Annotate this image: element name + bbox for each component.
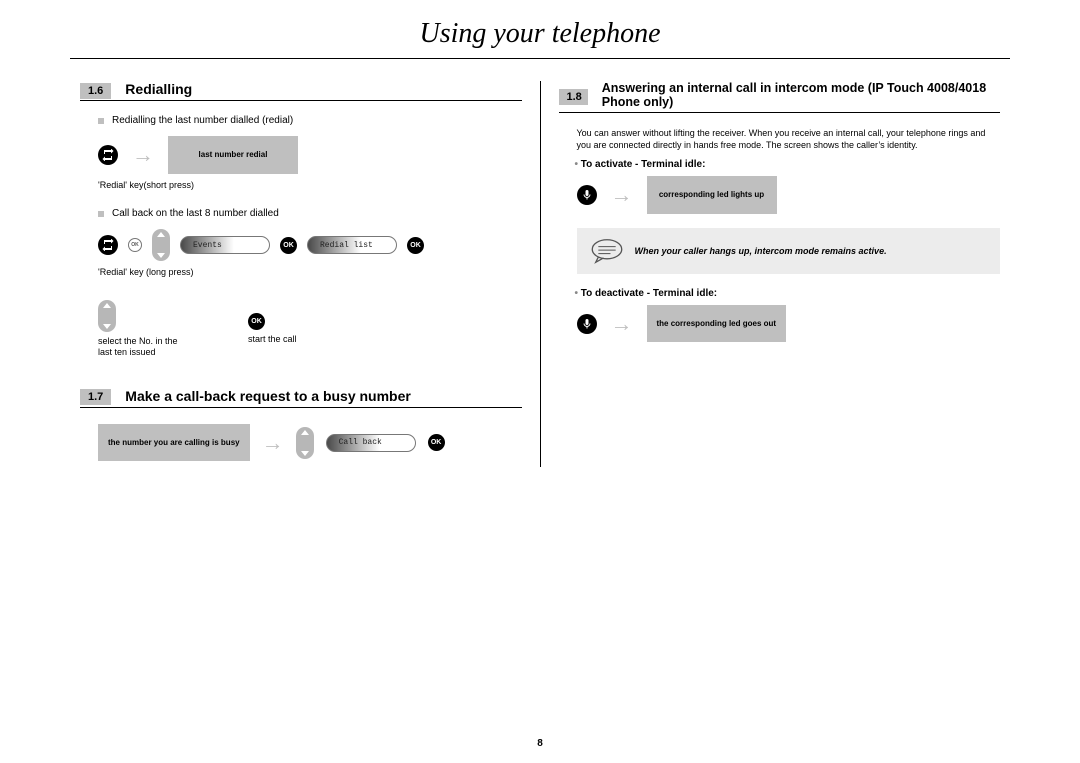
bullet-icon: [98, 211, 104, 217]
flow-deactivate: → the corresponding led goes out: [577, 305, 1001, 343]
section-header-18: 1.8 Answering an internal call in interc…: [559, 81, 1001, 113]
deactivate-label: To deactivate - Terminal idle:: [575, 288, 1001, 299]
mute-icon: [577, 314, 597, 334]
section-title-17: Make a call-back request to a busy numbe…: [125, 388, 411, 407]
bullet-icon: [98, 118, 104, 124]
section-title-16: Redialling: [125, 81, 192, 100]
ok-button: OK: [248, 313, 265, 330]
mute-icon: [577, 185, 597, 205]
page-number: 8: [537, 738, 543, 749]
arrow-icon: →: [132, 142, 154, 168]
right-column: 1.8 Answering an internal call in interc…: [549, 81, 1011, 467]
section-header-16: 1.6 Redialling: [80, 81, 522, 101]
section-header-17: 1.7 Make a call-back request to a busy n…: [80, 388, 522, 408]
updown-icon: [98, 300, 116, 332]
section-num-18: 1.8: [559, 89, 588, 105]
body-text-18: You can answer without lifting the recei…: [577, 127, 1001, 151]
updown-icon: [296, 427, 314, 459]
columns-wrap: 1.6 Redialling Redialling the last numbe…: [0, 59, 1080, 467]
ok-tiny-icon: OK: [128, 238, 142, 252]
busy-box: the number you are calling is busy: [98, 424, 250, 462]
select-item: select the No. in the last ten issued: [98, 300, 188, 358]
note-redial-last: Redialling the last number dialled (redi…: [98, 115, 522, 126]
updown-icon: [152, 229, 170, 261]
arrow-icon: →: [611, 182, 633, 208]
flow-redial-long: OK Events OK Redial list OK: [98, 229, 522, 261]
redial-long-caption: 'Redial' key (long press): [98, 267, 198, 278]
speech-icon: [589, 238, 625, 264]
tip-text: When your caller hangs up, intercom mode…: [635, 246, 887, 256]
flow-select-start: select the No. in the last ten issued OK…: [98, 300, 522, 358]
redial-icon: [98, 145, 118, 165]
tip-box: When your caller hangs up, intercom mode…: [577, 228, 1001, 274]
left-column: 1.6 Redialling Redialling the last numbe…: [70, 81, 532, 467]
flow-redial-short: → last number redial: [98, 136, 522, 174]
ok-button: OK: [407, 237, 424, 254]
page-title: Using your telephone: [0, 0, 1080, 58]
section-num-17: 1.7: [80, 389, 111, 405]
flow-activate: → corresponding led lights up: [577, 176, 1001, 214]
section-title-18: Answering an internal call in intercom m…: [602, 81, 1000, 112]
redial-list-pill: Redial list: [307, 236, 397, 254]
deactivate-box: the corresponding led goes out: [647, 305, 787, 343]
start-caption: start the call: [248, 334, 297, 345]
note-text: Redialling the last number dialled (redi…: [112, 115, 293, 126]
redial-key-long: [98, 235, 118, 255]
events-pill: Events: [180, 236, 270, 254]
arrow-icon: →: [262, 430, 284, 456]
arrow-icon: →: [611, 311, 633, 337]
redial-key-item: [98, 145, 118, 165]
ok-button: OK: [428, 434, 445, 451]
select-caption: select the No. in the last ten issued: [98, 336, 188, 358]
note-callback-8: Call back on the last 8 number dialled: [98, 208, 522, 219]
start-item: OK start the call: [248, 313, 297, 345]
activate-box: corresponding led lights up: [647, 176, 777, 214]
activate-label: To activate - Terminal idle:: [575, 159, 1001, 170]
column-divider: [540, 81, 541, 467]
flow-callback: the number you are calling is busy → Cal…: [98, 424, 522, 462]
section-num-16: 1.6: [80, 83, 111, 99]
ok-button: OK: [280, 237, 297, 254]
last-number-box: last number redial: [168, 136, 298, 174]
callback-pill: Call back: [326, 434, 416, 452]
note-text: Call back on the last 8 number dialled: [112, 208, 279, 219]
redial-short-caption: 'Redial' key(short press): [98, 180, 198, 191]
redial-icon: [98, 235, 118, 255]
